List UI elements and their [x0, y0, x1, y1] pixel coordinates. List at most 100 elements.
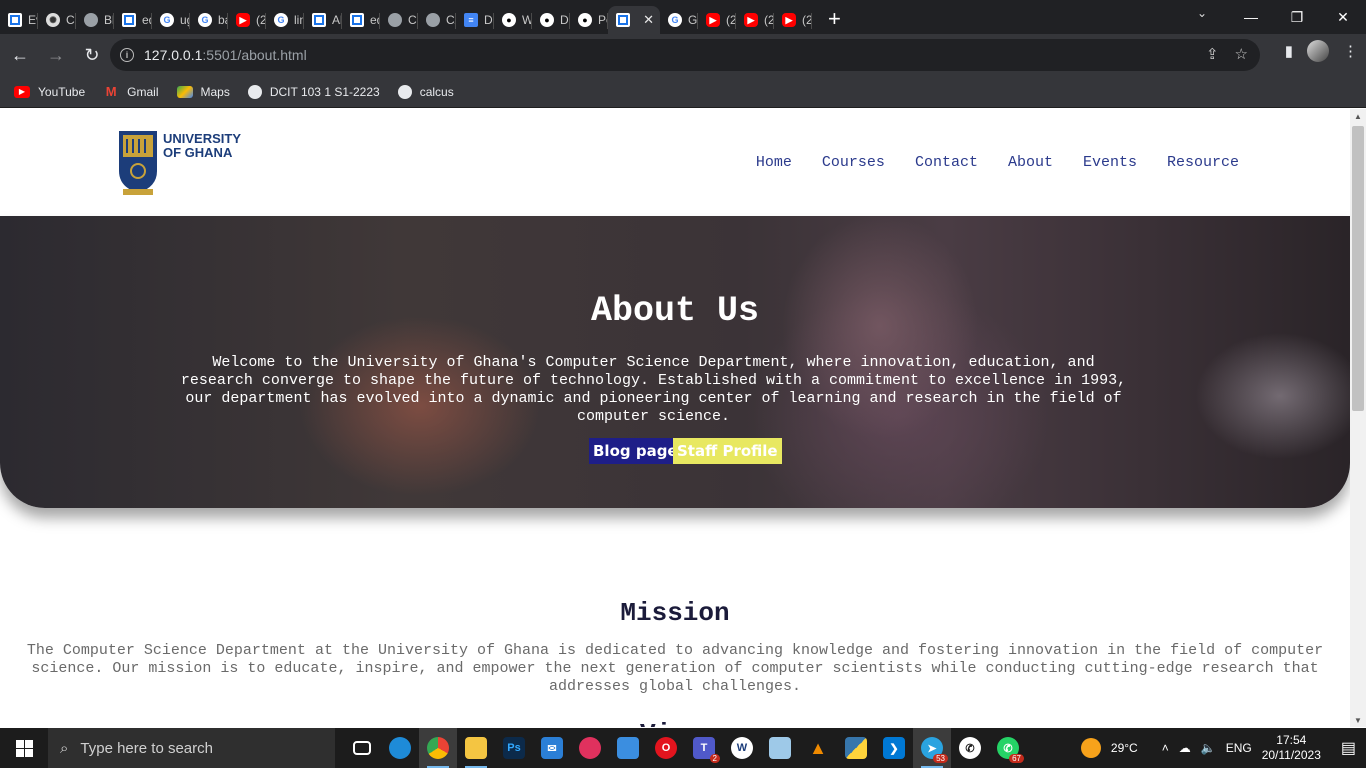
google-icon: G [198, 13, 212, 27]
document-icon [8, 13, 22, 27]
tab-label: Ev [28, 13, 38, 27]
browser-tab[interactable]: ● Pe [570, 6, 608, 34]
browser-toolbar: ← → ↻ i 127.0.0.1:5501/about.html ⇪ ☆ ▮ … [0, 34, 1366, 76]
nav-contact[interactable]: Contact [915, 154, 978, 171]
browser-tab[interactable]: ▶ (2 [774, 6, 812, 34]
browser-tab[interactable]: Cc [380, 6, 418, 34]
browser-tab[interactable]: Glin [266, 6, 304, 34]
bookmark-item[interactable]: DCIT 103 1 S1-2223 [247, 84, 380, 99]
youtube-icon: ▶ [744, 13, 758, 27]
new-tab-button[interactable]: + [828, 6, 841, 32]
language-indicator[interactable]: ENG [1226, 741, 1252, 755]
vscode-icon[interactable]: ❯ [875, 728, 913, 768]
bookmark-item[interactable]: Maps [176, 85, 230, 99]
notifications-icon[interactable]: ▤ [1341, 738, 1356, 758]
blog-page-button[interactable]: Blog page [589, 438, 682, 464]
volume-icon[interactable]: 🔈 [1201, 741, 1216, 755]
nav-events[interactable]: Events [1083, 154, 1137, 171]
browser-tab[interactable]: Ab [304, 6, 342, 34]
taskbar-search[interactable]: ⌕ Type here to search [48, 728, 335, 768]
tab-label: ba [218, 13, 228, 27]
scroll-down-icon[interactable]: ▼ [1354, 716, 1362, 725]
nav-courses[interactable]: Courses [822, 154, 885, 171]
browser-tab[interactable]: Bl [76, 6, 114, 34]
hero-description: Welcome to the University of Ghana's Com… [180, 354, 1127, 425]
menu-kebab-icon[interactable]: ⋮ [1343, 42, 1358, 60]
mail-icon[interactable]: ✉ [533, 728, 571, 768]
nav-home[interactable]: Home [756, 154, 792, 171]
browser-tab[interactable]: ▶ (2! [698, 6, 736, 34]
browser-tab[interactable]: ed [114, 6, 152, 34]
share-icon[interactable]: ⇪ [1206, 45, 1219, 63]
photoshop-icon[interactable]: Ps [495, 728, 533, 768]
tab-search-icon[interactable]: ⌄ [1197, 6, 1207, 20]
forward-icon[interactable]: → [40, 39, 72, 71]
university-logo[interactable]: UNIVERSITY OF GHANA [117, 129, 241, 197]
task-view-icon[interactable] [343, 728, 381, 768]
logo-text-line2: OF GHANA [163, 145, 233, 160]
browser-tab[interactable]: ed [342, 6, 380, 34]
notes-icon[interactable] [761, 728, 799, 768]
browser-tab[interactable]: CA [418, 6, 456, 34]
telegram-icon[interactable]: ➤ 53 [913, 728, 951, 768]
browser-tab[interactable]: Gug [152, 6, 190, 34]
network-icon[interactable]: ☁ [1179, 741, 1191, 755]
browser-tab[interactable]: ▶ (2! [228, 6, 266, 34]
browser-tab[interactable]: ✺ Ch [38, 6, 76, 34]
browser-tab[interactable]: Gba [190, 6, 228, 34]
scroll-up-icon[interactable]: ▲ [1354, 112, 1362, 121]
tray-chevron-icon[interactable]: ˄ [1162, 741, 1169, 755]
camera-app-icon[interactable] [571, 728, 609, 768]
browser-tab[interactable]: Ev [0, 6, 38, 34]
scrollbar-thumb[interactable] [1352, 126, 1364, 411]
whatsapp-business-icon[interactable]: ✆ 67 [989, 728, 1027, 768]
browser-tab[interactable]: ● De [532, 6, 570, 34]
bookmark-item[interactable]: calcus [397, 84, 454, 99]
tab-active[interactable]: ✕ [608, 6, 660, 34]
nav-about[interactable]: About [1008, 154, 1053, 171]
browser-tab[interactable]: ≡ DC [456, 6, 494, 34]
staff-profile-button[interactable]: Staff Profile [673, 438, 782, 464]
close-tab-icon[interactable]: ✕ [643, 12, 654, 28]
start-button[interactable] [0, 728, 48, 768]
bookmark-item[interactable]: ▶ YouTube [14, 85, 85, 99]
tab-label: (2! [726, 13, 736, 27]
site-info-icon[interactable]: i [120, 48, 134, 62]
bookmark-label: calcus [419, 84, 454, 99]
tab-list: Ev✺ChBledGugGba▶(2!GlinAbedCcCA≡DC●W●De●… [0, 0, 812, 34]
back-icon[interactable]: ← [4, 39, 36, 71]
url-text[interactable]: 127.0.0.1:5501/about.html [144, 47, 307, 63]
file-explorer-icon[interactable] [457, 728, 495, 768]
weather-temp[interactable]: 29°C [1111, 741, 1138, 755]
clock[interactable]: 17:54 20/11/2023 [1262, 733, 1321, 763]
browser-tab[interactable]: ● W [494, 6, 532, 34]
whatsapp-icon[interactable]: ✆ [951, 728, 989, 768]
minimize-icon[interactable]: — [1228, 9, 1274, 25]
browser-tab[interactable]: G Gc [660, 6, 698, 34]
restore-icon[interactable]: ❐ [1274, 9, 1320, 26]
browser-tab[interactable]: ▶ (2! [736, 6, 774, 34]
globe-icon [397, 84, 412, 99]
vlc-icon[interactable]: ▲ [799, 728, 837, 768]
reload-icon[interactable]: ↻ [76, 39, 108, 71]
store-icon[interactable] [609, 728, 647, 768]
bookmark-star-icon[interactable]: ☆ [1235, 45, 1248, 63]
opera-icon[interactable]: O [647, 728, 685, 768]
profile-avatar[interactable] [1307, 40, 1329, 62]
weather-icon[interactable] [1080, 738, 1101, 758]
word-like-icon[interactable]: W [723, 728, 761, 768]
globe-icon [84, 13, 98, 27]
side-panel-icon[interactable]: ▮ [1285, 42, 1293, 60]
edge-icon[interactable] [381, 728, 419, 768]
python-icon[interactable] [837, 728, 875, 768]
nav-resource[interactable]: Resource [1167, 154, 1239, 171]
telegram-badge: 53 [933, 754, 948, 763]
page-scrollbar[interactable]: ▲ ▼ [1350, 109, 1366, 727]
teams-icon[interactable]: T2 [685, 728, 723, 768]
bookmark-item[interactable]: M Gmail [103, 84, 159, 99]
chrome-icon[interactable] [419, 728, 457, 768]
tab-label: Ab [332, 13, 342, 27]
address-bar[interactable]: i 127.0.0.1:5501/about.html ⇪ ☆ [110, 39, 1260, 71]
close-window-icon[interactable]: ✕ [1320, 9, 1366, 26]
windows-logo-icon [15, 739, 33, 757]
